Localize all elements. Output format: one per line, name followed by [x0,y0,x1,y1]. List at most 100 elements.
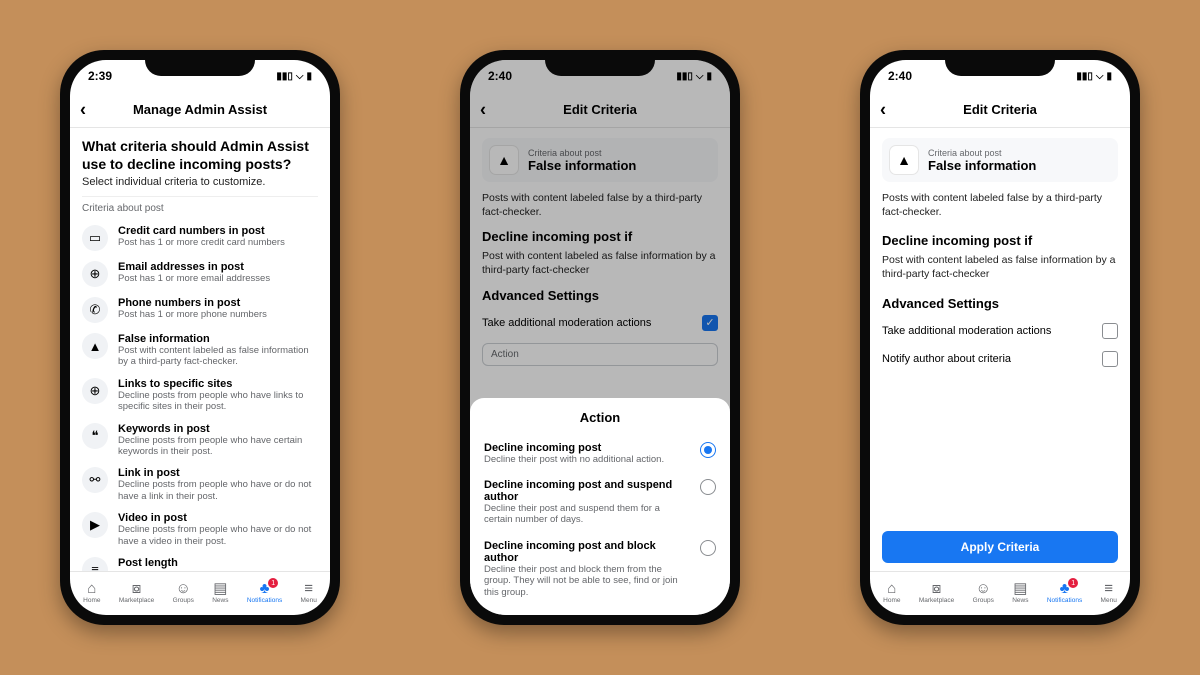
criteria-title: Phone numbers in post [118,297,267,309]
globe-icon: ⊕ [82,261,108,287]
criteria-desc: Decline posts from people who have links… [118,390,318,413]
screen-manage-admin-assist: 2:39 ▮▮▯ ⌵ ▮ ‹ Manage Admin Assist What … [70,60,330,615]
notch [545,50,655,76]
apply-criteria-button[interactable]: Apply Criteria [882,531,1118,563]
tab-home[interactable]: ⌂Home [83,581,100,604]
page-title: Manage Admin Assist [133,102,267,117]
criteria-email[interactable]: ⊕ Email addresses in postPost has 1 or m… [82,256,318,292]
radio-selected[interactable] [700,442,716,458]
warning-icon: ▲ [82,333,108,359]
tab-bar: ⌂Home ⧇Marketplace ☺Groups ▤News ♣1Notif… [70,571,330,615]
radio-unselected[interactable] [700,479,716,495]
menu-icon: ≡ [1104,581,1113,596]
tab-menu[interactable]: ≡Menu [1101,581,1117,604]
tab-marketplace[interactable]: ⧇Marketplace [119,581,154,604]
screen-edit-criteria-sheet: 2:40 ▮▮▯ ⌵ ▮ ‹ Edit Criteria ▲ Criteria … [470,60,730,615]
status-time: 2:40 [888,69,912,83]
groups-icon: ☺ [976,581,991,596]
wifi-icon: ⌵ [296,71,304,82]
criteria-false-info[interactable]: ▲ False informationPost with content lab… [82,328,318,373]
phone-2: 2:40 ▮▮▯ ⌵ ▮ ‹ Edit Criteria ▲ Criteria … [460,50,740,625]
criteria-title: Links to specific sites [118,378,318,390]
status-indicators: ▮▮▯ ⌵ ▮ [276,71,312,82]
menu-icon: ≡ [304,581,313,596]
option-moderation-actions[interactable]: Take additional moderation actions [882,317,1118,345]
criteria-title: Video in post [118,512,318,524]
criteria-credit-card[interactable]: ▭ Credit card numbers in postPost has 1 … [82,220,318,256]
back-button[interactable]: ‹ [880,99,886,120]
tab-news[interactable]: ▤News [212,581,228,604]
criteria-title: Post length [118,557,178,569]
phone-3: 2:40 ▮▮▯ ⌵ ▮ ‹ Edit Criteria ▲ Criteria … [860,50,1140,625]
action-title: Decline incoming post [484,442,664,454]
criteria-post-length[interactable]: ≡ Post length [82,552,318,571]
criteria-video[interactable]: ▶ Video in postDecline posts from people… [82,507,318,552]
option-label: Notify author about criteria [882,353,1011,365]
decline-if-heading: Decline incoming post if [882,233,1118,248]
decline-if-desc: Post with content labeled as false infor… [882,254,1118,281]
action-title: Decline incoming post and block author [484,540,690,564]
globe-icon: ⊕ [82,378,108,404]
criteria-desc: Post has 1 or more phone numbers [118,309,267,320]
checkbox-unchecked[interactable] [1102,323,1118,339]
news-icon: ▤ [213,581,227,596]
status-indicators: ▮▮▯ ⌵ ▮ [1076,71,1112,82]
criteria-description: Posts with content labeled false by a th… [882,192,1118,219]
credit-card-icon: ▭ [82,225,108,251]
store-icon: ⧇ [932,581,942,596]
criteria-desc: Decline posts from people who have certa… [118,435,318,458]
phone-icon: ✆ [82,297,108,323]
tab-marketplace[interactable]: ⧇Marketplace [919,581,954,604]
news-icon: ▤ [1013,581,1027,596]
action-sheet: Action Decline incoming postDecline thei… [470,398,730,615]
criteria-phone[interactable]: ✆ Phone numbers in postPost has 1 or mor… [82,292,318,328]
sheet-title: Action [484,410,716,425]
action-desc: Decline their post with no additional ac… [484,454,664,465]
card-title: False information [928,158,1036,173]
length-icon: ≡ [82,557,108,571]
signal-icon: ▮▮▯ [1076,71,1093,82]
advanced-heading: Advanced Settings [882,296,1118,311]
content-area[interactable]: ▲ Criteria about post False information … [870,128,1130,571]
battery-icon: ▮ [306,71,312,82]
criteria-desc: Decline posts from people who have or do… [118,524,318,547]
tab-menu[interactable]: ≡Menu [301,581,317,604]
checkbox-unchecked[interactable] [1102,351,1118,367]
section-label: Criteria about post [82,196,318,214]
status-time: 2:39 [88,69,112,83]
criteria-title: Link in post [118,467,318,479]
tab-notifications[interactable]: ♣1Notifications [247,581,282,604]
tab-groups[interactable]: ☺Groups [173,581,194,604]
groups-icon: ☺ [176,581,191,596]
tab-home[interactable]: ⌂Home [883,581,900,604]
criteria-desc: Decline posts from people who have or do… [118,479,318,502]
criteria-title: Keywords in post [118,423,318,435]
home-icon: ⌂ [887,581,896,596]
action-decline[interactable]: Decline incoming postDecline their post … [484,435,716,472]
content-area[interactable]: What criteria should Admin Assist use to… [70,128,330,571]
card-label: Criteria about post [928,148,1036,158]
phone-1: 2:39 ▮▮▯ ⌵ ▮ ‹ Manage Admin Assist What … [60,50,340,625]
tab-bar: ⌂Home ⧇Marketplace ☺Groups ▤News ♣1Notif… [870,571,1130,615]
radio-unselected[interactable] [700,540,716,556]
back-button[interactable]: ‹ [80,99,86,120]
tab-groups[interactable]: ☺Groups [973,581,994,604]
question-sub: Select individual criteria to customize. [82,176,318,188]
action-decline-suspend[interactable]: Decline incoming post and suspend author… [484,472,716,533]
action-decline-block[interactable]: Decline incoming post and block authorDe… [484,533,716,605]
wifi-icon: ⌵ [1096,71,1104,82]
tab-news[interactable]: ▤News [1012,581,1028,604]
video-icon: ▶ [82,512,108,538]
tab-notifications[interactable]: ♣1Notifications [1047,581,1082,604]
criteria-title: Email addresses in post [118,261,270,273]
action-desc: Decline their post and block them from t… [484,564,690,598]
chat-icon: ❝ [82,423,108,449]
criteria-link[interactable]: ⚯ Link in postDecline posts from people … [82,462,318,507]
option-notify-author[interactable]: Notify author about criteria [882,345,1118,373]
criteria-links-sites[interactable]: ⊕ Links to specific sitesDecline posts f… [82,373,318,418]
criteria-keywords[interactable]: ❝ Keywords in postDecline posts from peo… [82,418,318,463]
criteria-desc: Post has 1 or more email addresses [118,273,270,284]
notch [945,50,1055,76]
battery-icon: ▮ [1106,71,1112,82]
action-title: Decline incoming post and suspend author [484,479,690,503]
